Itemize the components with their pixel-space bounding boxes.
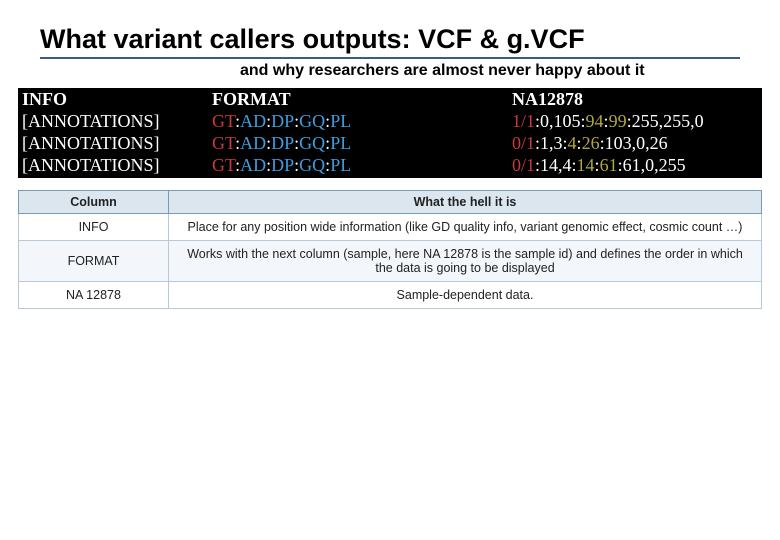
vcf-token: GT bbox=[212, 111, 235, 131]
explain-cell-column: NA 12878 bbox=[19, 282, 169, 309]
vcf-token: 103,0,26 bbox=[605, 133, 668, 153]
vcf-cell-format: GT:AD:DP:GQ:PL bbox=[212, 132, 512, 154]
vcf-token: PL bbox=[330, 111, 351, 131]
vcf-token: DP bbox=[271, 133, 294, 153]
vcf-cell-info: [ANNOTATIONS] bbox=[22, 154, 212, 176]
vcf-cell-format: GT:AD:DP:GQ:PL bbox=[212, 154, 512, 176]
vcf-token: 14 bbox=[577, 155, 595, 175]
table-row: FORMATWorks with the next column (sample… bbox=[19, 241, 762, 282]
vcf-cell-sample: 0/1:1,3:4:26:103,0,26 bbox=[512, 132, 762, 154]
vcf-token: AD bbox=[240, 133, 266, 153]
vcf-cell-info: [ANNOTATIONS] bbox=[22, 110, 212, 132]
vcf-token: 0,105 bbox=[540, 111, 581, 131]
explain-cell-desc: Place for any position wide information … bbox=[169, 214, 762, 241]
vcf-header-info: INFO bbox=[22, 88, 212, 110]
vcf-token: 99 bbox=[609, 111, 627, 131]
vcf-token: GQ bbox=[299, 133, 325, 153]
vcf-token: GT bbox=[212, 133, 235, 153]
vcf-cell-info: [ANNOTATIONS] bbox=[22, 132, 212, 154]
slide-subtitle: and why researchers are almost never hap… bbox=[240, 62, 645, 80]
vcf-terminal: INFO FORMAT NA12878 [ANNOTATIONS]GT:AD:D… bbox=[18, 88, 762, 178]
vcf-token: GQ bbox=[299, 155, 325, 175]
vcf-token: 1/1 bbox=[512, 111, 535, 131]
explain-cell-desc: Sample-dependent data. bbox=[169, 282, 762, 309]
vcf-token: AD bbox=[240, 111, 266, 131]
vcf-token: 26 bbox=[582, 133, 600, 153]
vcf-token: 61,0,255 bbox=[623, 155, 686, 175]
vcf-token: 94 bbox=[586, 111, 604, 131]
explain-cell-column: INFO bbox=[19, 214, 169, 241]
vcf-cell-sample: 0/1:14,4:14:61:61,0,255 bbox=[512, 154, 762, 176]
explain-cell-column: FORMAT bbox=[19, 241, 169, 282]
explain-table: Column What the hell it is INFOPlace for… bbox=[18, 190, 762, 309]
vcf-token: 0/1 bbox=[512, 133, 535, 153]
vcf-token: AD bbox=[240, 155, 266, 175]
vcf-data-row: [ANNOTATIONS]GT:AD:DP:GQ:PL1/1:0,105:94:… bbox=[22, 110, 762, 132]
vcf-token: 61 bbox=[600, 155, 618, 175]
vcf-data-row: [ANNOTATIONS]GT:AD:DP:GQ:PL0/1:14,4:14:6… bbox=[22, 154, 762, 176]
explain-cell-desc: Works with the next column (sample, here… bbox=[169, 241, 762, 282]
vcf-cell-format: GT:AD:DP:GQ:PL bbox=[212, 110, 512, 132]
vcf-token: 255,255,0 bbox=[632, 111, 704, 131]
vcf-header-sample: NA12878 bbox=[512, 88, 762, 110]
vcf-cell-sample: 1/1:0,105:94:99:255,255,0 bbox=[512, 110, 762, 132]
vcf-token: DP bbox=[271, 155, 294, 175]
explain-header-column: Column bbox=[19, 191, 169, 214]
vcf-token: 0/1 bbox=[512, 155, 535, 175]
table-row: NA 12878Sample-dependent data. bbox=[19, 282, 762, 309]
vcf-token: GT bbox=[212, 155, 235, 175]
vcf-token: 4 bbox=[568, 133, 577, 153]
vcf-header-format: FORMAT bbox=[212, 88, 512, 110]
vcf-token: GQ bbox=[299, 111, 325, 131]
slide-title: What variant callers outputs: VCF & g.VC… bbox=[40, 24, 740, 59]
vcf-token: DP bbox=[271, 111, 294, 131]
vcf-token: PL bbox=[330, 155, 351, 175]
vcf-token: PL bbox=[330, 133, 351, 153]
vcf-data-row: [ANNOTATIONS]GT:AD:DP:GQ:PL0/1:1,3:4:26:… bbox=[22, 132, 762, 154]
vcf-token: 14,4 bbox=[540, 155, 572, 175]
vcf-header-row: INFO FORMAT NA12878 bbox=[22, 88, 762, 110]
vcf-token: 1,3 bbox=[540, 133, 563, 153]
table-row: INFOPlace for any position wide informat… bbox=[19, 214, 762, 241]
explain-header-desc: What the hell it is bbox=[169, 191, 762, 214]
